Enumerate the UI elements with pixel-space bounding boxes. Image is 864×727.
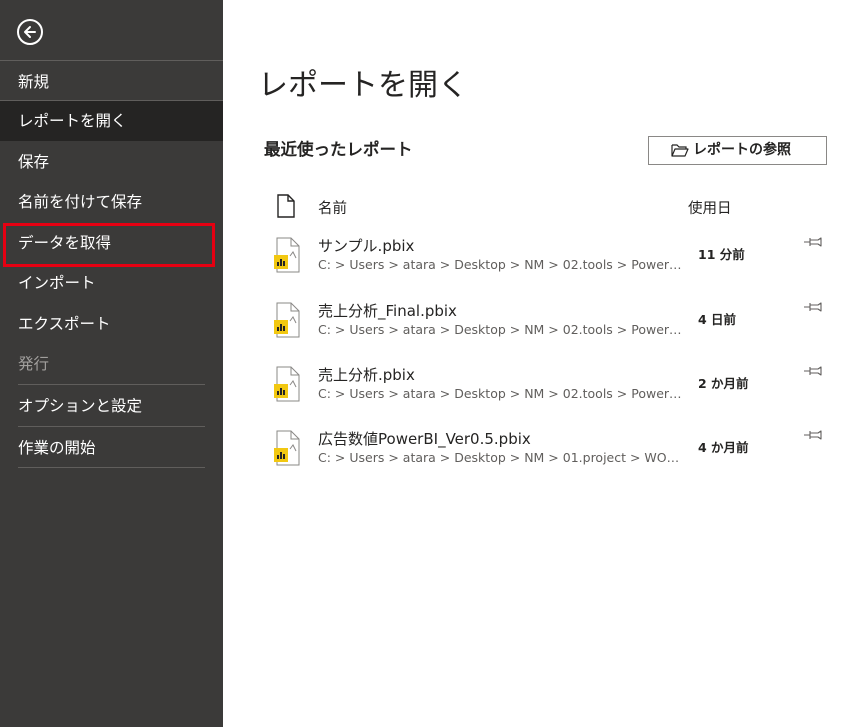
sidebar-item-import[interactable]: インポート xyxy=(0,263,223,303)
sidebar-item-export[interactable]: エクスポート xyxy=(0,304,223,344)
sidebar-item-publish: 発行 xyxy=(18,355,50,373)
pbix-file-icon xyxy=(274,302,300,338)
column-header-name[interactable]: 名前 xyxy=(318,197,347,218)
sidebar-item-save[interactable]: 保存 xyxy=(0,142,223,182)
file-path: C: > Users > atara > Desktop > NM > 01.p… xyxy=(318,450,684,465)
sidebar: 新規 レポートを開く 保存 名前を付けて保存 データを取得 インポート エクスポ… xyxy=(0,0,223,727)
pin-icon[interactable] xyxy=(803,365,823,377)
file-date: 2 か月前 xyxy=(698,376,749,391)
sidebar-item-new[interactable]: 新規 xyxy=(0,62,223,102)
column-header-date[interactable]: 使用日 xyxy=(688,197,732,218)
file-date: 4 か月前 xyxy=(698,440,749,455)
recent-reports-title: 最近使ったレポート xyxy=(264,140,413,159)
file-name[interactable]: 売上分析.pbix xyxy=(318,364,415,385)
sidebar-divider xyxy=(18,384,205,385)
file-icon xyxy=(277,194,295,218)
pbix-file-icon xyxy=(274,237,300,273)
browse-reports-label: レポートの参照 xyxy=(693,142,791,158)
file-path: C: > Users > atara > Desktop > NM > 02.t… xyxy=(318,386,684,401)
file-row[interactable]: サンプル.pbix C: > Users > atara > Desktop >… xyxy=(223,235,864,299)
sidebar-item-save-as[interactable]: 名前を付けて保存 xyxy=(0,182,223,222)
folder-icon xyxy=(671,144,689,157)
file-path: C: > Users > atara > Desktop > NM > 02.t… xyxy=(318,257,684,272)
pin-icon[interactable] xyxy=(803,429,823,441)
pbix-file-icon xyxy=(274,366,300,402)
file-row[interactable]: 売上分析.pbix C: > Users > atara > Desktop >… xyxy=(223,364,864,428)
back-arrow-icon[interactable] xyxy=(17,19,43,45)
file-path: C: > Users > atara > Desktop > NM > 02.t… xyxy=(318,322,684,337)
sidebar-item-options[interactable]: オプションと設定 xyxy=(0,386,223,426)
main-panel: レポートを開く 最近使ったレポート レポートの参照 名前 使用日 サンプル.pb… xyxy=(223,0,864,727)
file-name[interactable]: 売上分析_Final.pbix xyxy=(318,300,457,321)
file-name[interactable]: サンプル.pbix xyxy=(318,235,414,256)
file-date: 11 分前 xyxy=(698,247,745,262)
page-title: レポートを開く xyxy=(258,68,468,103)
sidebar-item-open-report[interactable]: レポートを開く xyxy=(0,101,223,141)
browse-reports-button[interactable]: レポートの参照 xyxy=(648,136,827,165)
file-row[interactable]: 広告数値PowerBI_Ver0.5.pbix C: > Users > ata… xyxy=(223,428,864,492)
sidebar-divider xyxy=(0,60,223,61)
file-name[interactable]: 広告数値PowerBI_Ver0.5.pbix xyxy=(318,428,531,449)
pin-icon[interactable] xyxy=(803,301,823,313)
sidebar-divider xyxy=(18,467,205,468)
highlight-box xyxy=(3,223,215,267)
sidebar-item-get-started[interactable]: 作業の開始 xyxy=(0,428,223,468)
sidebar-divider xyxy=(18,426,205,427)
file-date: 4 日前 xyxy=(698,312,737,327)
pbix-file-icon xyxy=(274,430,300,466)
file-row[interactable]: 売上分析_Final.pbix C: > Users > atara > Des… xyxy=(223,300,864,364)
pin-icon[interactable] xyxy=(803,236,823,248)
